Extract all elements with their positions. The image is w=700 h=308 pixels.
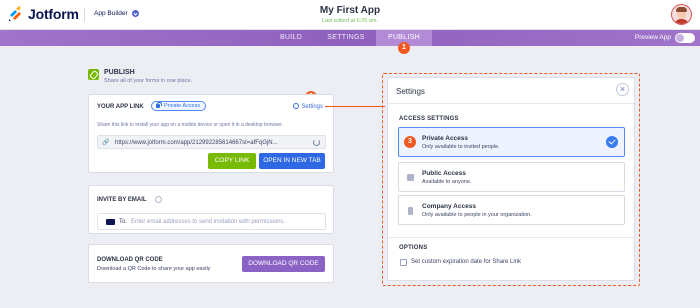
toggle-knob — [676, 34, 684, 42]
unlock-icon — [407, 174, 414, 181]
app-url-value: https://www.jotform.com/app/212992285614… — [115, 139, 278, 146]
copy-link-button[interactable]: COPY LINK — [208, 153, 256, 169]
app-title[interactable]: My First App — [0, 5, 700, 16]
settings-link[interactable]: Settings — [293, 103, 323, 110]
tab-build[interactable]: BUILD — [272, 30, 310, 46]
invite-email-input[interactable]: To: Enter email addresses to send invita… — [97, 213, 326, 230]
avatar-body — [674, 19, 689, 24]
option-public-access[interactable]: Public Access Available to anyone. — [398, 162, 625, 192]
settings-panel-title: Settings — [396, 87, 425, 96]
close-icon[interactable]: × — [616, 83, 629, 96]
user-avatar[interactable] — [671, 4, 692, 25]
app-link-label: YOUR APP LINK — [97, 104, 144, 110]
building-icon — [408, 207, 413, 215]
publish-subtitle: Share all of your forms in one place. — [104, 78, 193, 84]
step-badge-1: 1 — [398, 42, 410, 54]
option-title: Private Access — [422, 135, 469, 142]
option-description: Only available to invited people. — [422, 144, 500, 150]
tab-settings[interactable]: SETTINGS — [320, 30, 372, 46]
email-placeholder: Enter email addresses to send invitation… — [131, 219, 286, 225]
expiration-checkbox[interactable] — [400, 259, 407, 266]
lock-icon — [156, 102, 162, 108]
option-description: Available to anyone. — [422, 179, 472, 185]
preview-app-toggle[interactable] — [675, 33, 695, 43]
option-title: Public Access — [422, 170, 466, 177]
option-private-access[interactable]: 3 Private Access Only available to invit… — [398, 127, 625, 157]
expiration-label[interactable]: Set custom expiration date for Share Lin… — [411, 259, 521, 265]
panel-divider — [388, 103, 634, 104]
last-edited-status: Last edited at 6:26 am. — [322, 18, 378, 24]
app-link-description: Share this link to install your app on a… — [97, 122, 283, 128]
check-icon — [606, 136, 618, 148]
preview-app-label: Preview App — [634, 34, 671, 41]
download-qr-button[interactable]: DOWNLOAD QR CODE — [242, 256, 325, 272]
to-label: To: — [119, 219, 128, 225]
link-icon — [88, 69, 99, 80]
app-title-block: My First App Last edited at 6:26 am. — [0, 5, 700, 24]
access-pill[interactable]: Private Access — [151, 101, 207, 111]
info-icon[interactable] — [155, 196, 162, 203]
top-bar: Jotform App Builder My First App Last ed… — [0, 0, 700, 30]
callout-connector — [325, 106, 385, 107]
open-new-tab-button[interactable]: OPEN IN NEW TAB — [259, 153, 325, 169]
step-badge-3: 3 — [404, 136, 416, 148]
qr-card: DOWNLOAD QR CODE Download a QR Code to s… — [88, 244, 334, 283]
refresh-icon[interactable] — [313, 139, 320, 146]
invite-card: INVITE BY EMAIL To: Enter email addresse… — [88, 185, 334, 234]
settings-panel: Settings × ACCESS SETTINGS 3 Private Acc… — [387, 77, 635, 281]
option-company-access[interactable]: Company Access Only available to people … — [398, 195, 625, 225]
option-description: Only available to people in your organiz… — [422, 212, 532, 218]
access-pill-label: Private Access — [164, 103, 201, 109]
qr-subtitle: Download a QR Code to share your app eas… — [97, 266, 211, 272]
envelope-icon — [106, 219, 115, 225]
option-title: Company Access — [422, 203, 476, 210]
gear-icon — [293, 103, 300, 109]
qr-title: DOWNLOAD QR CODE — [97, 257, 163, 263]
panel-divider — [388, 237, 634, 238]
access-settings-heading: ACCESS SETTINGS — [399, 116, 459, 122]
main-nav: BUILD SETTINGS PUBLISH Preview App — [0, 30, 700, 46]
chain-link-icon: 🔗 — [102, 140, 110, 146]
app-url-field[interactable]: 🔗 https://www.jotform.com/app/2129922856… — [97, 135, 326, 149]
app-link-card: YOUR APP LINK Private Access Settings Sh… — [88, 94, 334, 173]
options-heading: OPTIONS — [399, 245, 428, 251]
avatar-hair — [676, 7, 687, 12]
invite-label: INVITE BY EMAIL — [97, 197, 147, 203]
settings-link-label: Settings — [301, 104, 323, 110]
